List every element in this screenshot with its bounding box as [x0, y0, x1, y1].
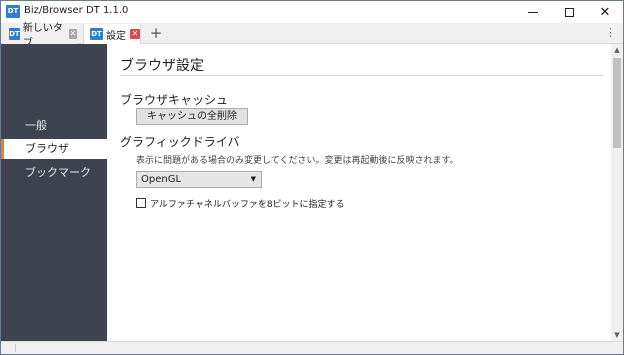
new-tab-button[interactable]: + [147, 24, 165, 42]
close-window-button[interactable]: ✕ [587, 1, 623, 23]
title-divider [120, 75, 603, 76]
app-window: DT Biz/Browser DT 1.1.0 ✕ DT 新しいタブ ✕ DT … [0, 0, 624, 355]
scroll-up-icon[interactable]: ▲ [611, 44, 623, 56]
tab-logo-icon: DT [90, 28, 103, 40]
close-icon: ✕ [599, 4, 611, 20]
tab-close-icon[interactable]: ✕ [68, 29, 77, 39]
sidebar-item-bookmarks[interactable]: ブックマーク [1, 163, 107, 183]
tab-label: 設定 [106, 30, 126, 42]
cache-section-heading: ブラウザキャッシュ [120, 93, 229, 107]
minimize-button[interactable] [515, 1, 551, 23]
page-title: ブラウザ設定 [120, 58, 204, 74]
settings-sidebar: 一般 ブラウザ ブックマーク [1, 44, 107, 341]
window-title: Biz/Browser DT 1.1.0 [24, 5, 129, 16]
alpha-buffer-label[interactable]: アルファチャネルバッファを8ビットに指定する [150, 197, 345, 210]
alpha-buffer-option[interactable]: アルファチャネルバッファを8ビットに指定する [136, 196, 345, 210]
tab-logo-icon: DT [9, 28, 20, 40]
sidebar-item-browser[interactable]: ブラウザ [1, 139, 107, 159]
status-bar [1, 341, 623, 354]
dropdown-arrow-icon: ▼ [250, 175, 256, 183]
tab-close-icon[interactable]: ✕ [130, 29, 140, 39]
tab-settings[interactable]: DT 設定 ✕ [83, 24, 141, 44]
clear-cache-button[interactable]: キャッシュの全削除 [136, 108, 248, 125]
minimize-icon [528, 11, 538, 13]
maximize-button[interactable] [551, 1, 587, 23]
app-logo-icon: DT [6, 5, 20, 18]
graphics-driver-note: 表示に問題がある場合のみ変更してください。変更は再起動後に反映されます。 [136, 156, 459, 166]
alpha-buffer-checkbox[interactable] [136, 198, 146, 208]
tab-bar: DT 新しいタブ ✕ DT 設定 ✕ + ⋮ [1, 23, 623, 49]
maximize-icon [564, 7, 574, 17]
scroll-down-icon[interactable]: ▼ [611, 329, 623, 341]
tab-menu-icon[interactable]: ⋮ [605, 25, 616, 41]
title-bar[interactable]: DT Biz/Browser DT 1.1.0 ✕ [1, 1, 623, 23]
graphics-driver-value: OpenGL [141, 174, 182, 185]
vertical-scrollbar[interactable]: ▲ ▼ [611, 44, 623, 341]
status-cell [3, 344, 16, 352]
tab-new-tab[interactable]: DT 新しいタブ ✕ [3, 23, 77, 49]
settings-content: ブラウザ設定 ブラウザキャッシュ キャッシュの全削除 グラフィックドライバ 表示… [107, 44, 611, 341]
sidebar-item-general[interactable]: 一般 [1, 116, 107, 136]
graphics-driver-heading: グラフィックドライバ [120, 135, 240, 149]
graphics-driver-select[interactable]: OpenGL ▼ [136, 171, 262, 188]
scrollbar-thumb[interactable] [613, 58, 621, 148]
